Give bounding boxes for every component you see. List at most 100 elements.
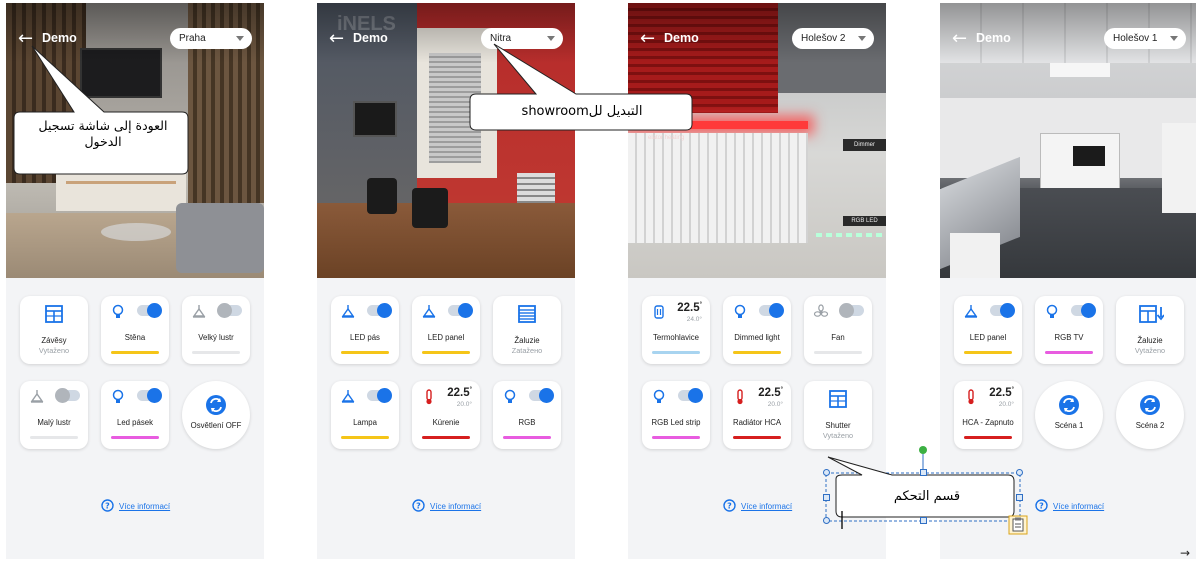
toggle-switch[interactable] — [217, 303, 242, 318]
showroom-select[interactable]: Holešov 1 — [1104, 28, 1186, 49]
toggle-switch[interactable] — [137, 303, 162, 318]
scene-label: Scéna 1 — [1054, 421, 1084, 430]
bulb-icon — [112, 304, 124, 318]
device-card-velky-lustr[interactable]: Velký lustr — [182, 296, 250, 364]
resize-handle[interactable] — [1016, 469, 1023, 476]
device-card-fan[interactable]: Fan — [804, 296, 872, 364]
toggle-switch[interactable] — [1071, 303, 1096, 318]
device-label: Malý lustr — [37, 418, 71, 427]
status-bar — [964, 436, 1012, 439]
device-card-led-panel[interactable]: LED panel — [412, 296, 480, 364]
help-icon: ? — [1035, 499, 1048, 512]
chevron-down-icon — [858, 36, 866, 41]
device-card-zaluzie[interactable]: Žaluzie Zatažено — [493, 296, 561, 364]
device-card-radiator-hca[interactable]: 22.5° 20.0° Radiátor HCA — [723, 381, 791, 449]
device-card-led-pas[interactable]: LED pás — [331, 296, 399, 364]
device-card-maly-lustr[interactable]: Malý lustr — [20, 381, 88, 449]
ceiling-lamp-icon — [30, 390, 44, 403]
device-card-led-pasek[interactable]: Led pásek — [101, 381, 169, 449]
more-info-link[interactable]: Více informací — [741, 502, 792, 511]
toggle-switch[interactable] — [137, 388, 162, 403]
resize-handle[interactable] — [1016, 494, 1023, 501]
device-label: Led pásek — [117, 418, 153, 427]
device-label: Stěna — [124, 333, 146, 342]
toggle-switch[interactable] — [448, 303, 473, 318]
device-card-lampa[interactable]: Lampa — [331, 381, 399, 449]
scene-icon — [1140, 395, 1160, 415]
more-info-link[interactable]: Více informací — [1053, 502, 1104, 511]
device-card-stena[interactable]: Stěna — [101, 296, 169, 364]
scene-button-scena-2[interactable]: Scéna 2 — [1116, 381, 1184, 449]
bulb-icon — [653, 389, 665, 403]
status-bar — [30, 436, 78, 439]
device-card-kurenie[interactable]: 22.5° 20.0° Kúrenie — [412, 381, 480, 449]
toggle-switch[interactable] — [839, 303, 864, 318]
device-label: Shutter — [825, 421, 851, 430]
status-bar — [733, 351, 781, 354]
scene-button-osvetleni-off[interactable]: Osvětlení OFF — [182, 381, 250, 449]
resize-handle[interactable] — [823, 517, 830, 524]
status-bar — [1045, 351, 1093, 354]
setpoint-value: 20.0° — [456, 401, 472, 408]
device-label: Lampa — [353, 418, 377, 427]
ceiling-lamp-icon — [964, 305, 978, 318]
resize-handle[interactable] — [920, 517, 927, 524]
toggle-switch[interactable] — [678, 388, 703, 403]
device-card-zavesy[interactable]: Závěsy Vytaženo — [20, 296, 88, 364]
device-status: Vytaženo — [822, 431, 854, 440]
device-label: LED panel — [427, 333, 465, 342]
device-label: Termohlavice — [653, 333, 699, 342]
toggle-switch[interactable] — [367, 303, 392, 318]
temperature-value: 22.5° — [758, 387, 783, 399]
device-card-termohlavice[interactable]: 22.5° 24.0° Termohlavice — [642, 296, 710, 364]
toggle-switch[interactable] — [55, 388, 80, 403]
toggle-switch[interactable] — [759, 303, 784, 318]
paste-options-icon[interactable] — [1008, 515, 1028, 535]
back-arrow-icon[interactable]: ← — [329, 29, 344, 49]
device-card-rgb[interactable]: RGB — [493, 381, 561, 449]
toggle-switch[interactable] — [529, 388, 554, 403]
more-info-link[interactable]: Více informací — [430, 502, 481, 511]
thermometer-icon — [737, 389, 743, 405]
device-label: Radiátor HCA — [732, 418, 782, 427]
device-card-rgb-tv[interactable]: RGB TV — [1035, 296, 1103, 364]
status-bar — [503, 436, 551, 439]
device-card-rgb-led-strip[interactable]: RGB Led strip — [642, 381, 710, 449]
device-card-shutter[interactable]: Shutter Vytaženo — [804, 381, 872, 449]
back-arrow-icon[interactable]: ← — [952, 29, 967, 49]
resize-handle[interactable] — [823, 494, 830, 501]
status-bar — [341, 436, 389, 439]
ceiling-lamp-icon — [192, 305, 206, 318]
scene-button-scena-1[interactable]: Scéna 1 — [1035, 381, 1103, 449]
device-card-hca-zapnuto[interactable]: 22.5° 20.0° HCA - Zapnuto — [954, 381, 1022, 449]
svg-text:?: ? — [105, 502, 110, 511]
setpoint-value: 20.0° — [767, 401, 783, 408]
showroom-select[interactable]: Holešov 2 — [792, 28, 874, 49]
status-bar — [192, 351, 240, 354]
help-icon: ? — [723, 499, 736, 512]
device-label: Velký lustr — [198, 333, 234, 342]
ceiling-lamp-icon — [341, 305, 355, 318]
callout-text: العودة إلى شاشة تسجيل الدخول — [38, 118, 168, 149]
status-bar — [422, 436, 470, 439]
device-card-led-panel[interactable]: LED panel — [954, 296, 1022, 364]
more-info-link[interactable]: Více informací — [119, 502, 170, 511]
page-title: Demo — [353, 31, 388, 45]
resize-handle[interactable] — [920, 469, 927, 476]
temperature-value: 22.5° — [989, 387, 1014, 399]
setpoint-value: 24.0° — [686, 316, 702, 323]
ceiling-lamp-icon — [422, 305, 436, 318]
radiator-valve-icon — [654, 305, 664, 319]
setpoint-value: 20.0° — [998, 401, 1014, 408]
window-blind-icon — [45, 305, 63, 323]
toggle-switch[interactable] — [990, 303, 1015, 318]
device-card-dimmed-light[interactable]: Dimmed light — [723, 296, 791, 364]
device-label: LED pás — [350, 333, 380, 342]
toggle-switch[interactable] — [367, 388, 392, 403]
help-icon: ? — [101, 499, 114, 512]
device-card-zaluzie[interactable]: Žaluzie Vytaženo — [1116, 296, 1184, 364]
resize-handle[interactable] — [823, 469, 830, 476]
scene-label: Scéna 2 — [1135, 421, 1165, 430]
status-bar — [111, 351, 159, 354]
status-bar — [111, 436, 159, 439]
